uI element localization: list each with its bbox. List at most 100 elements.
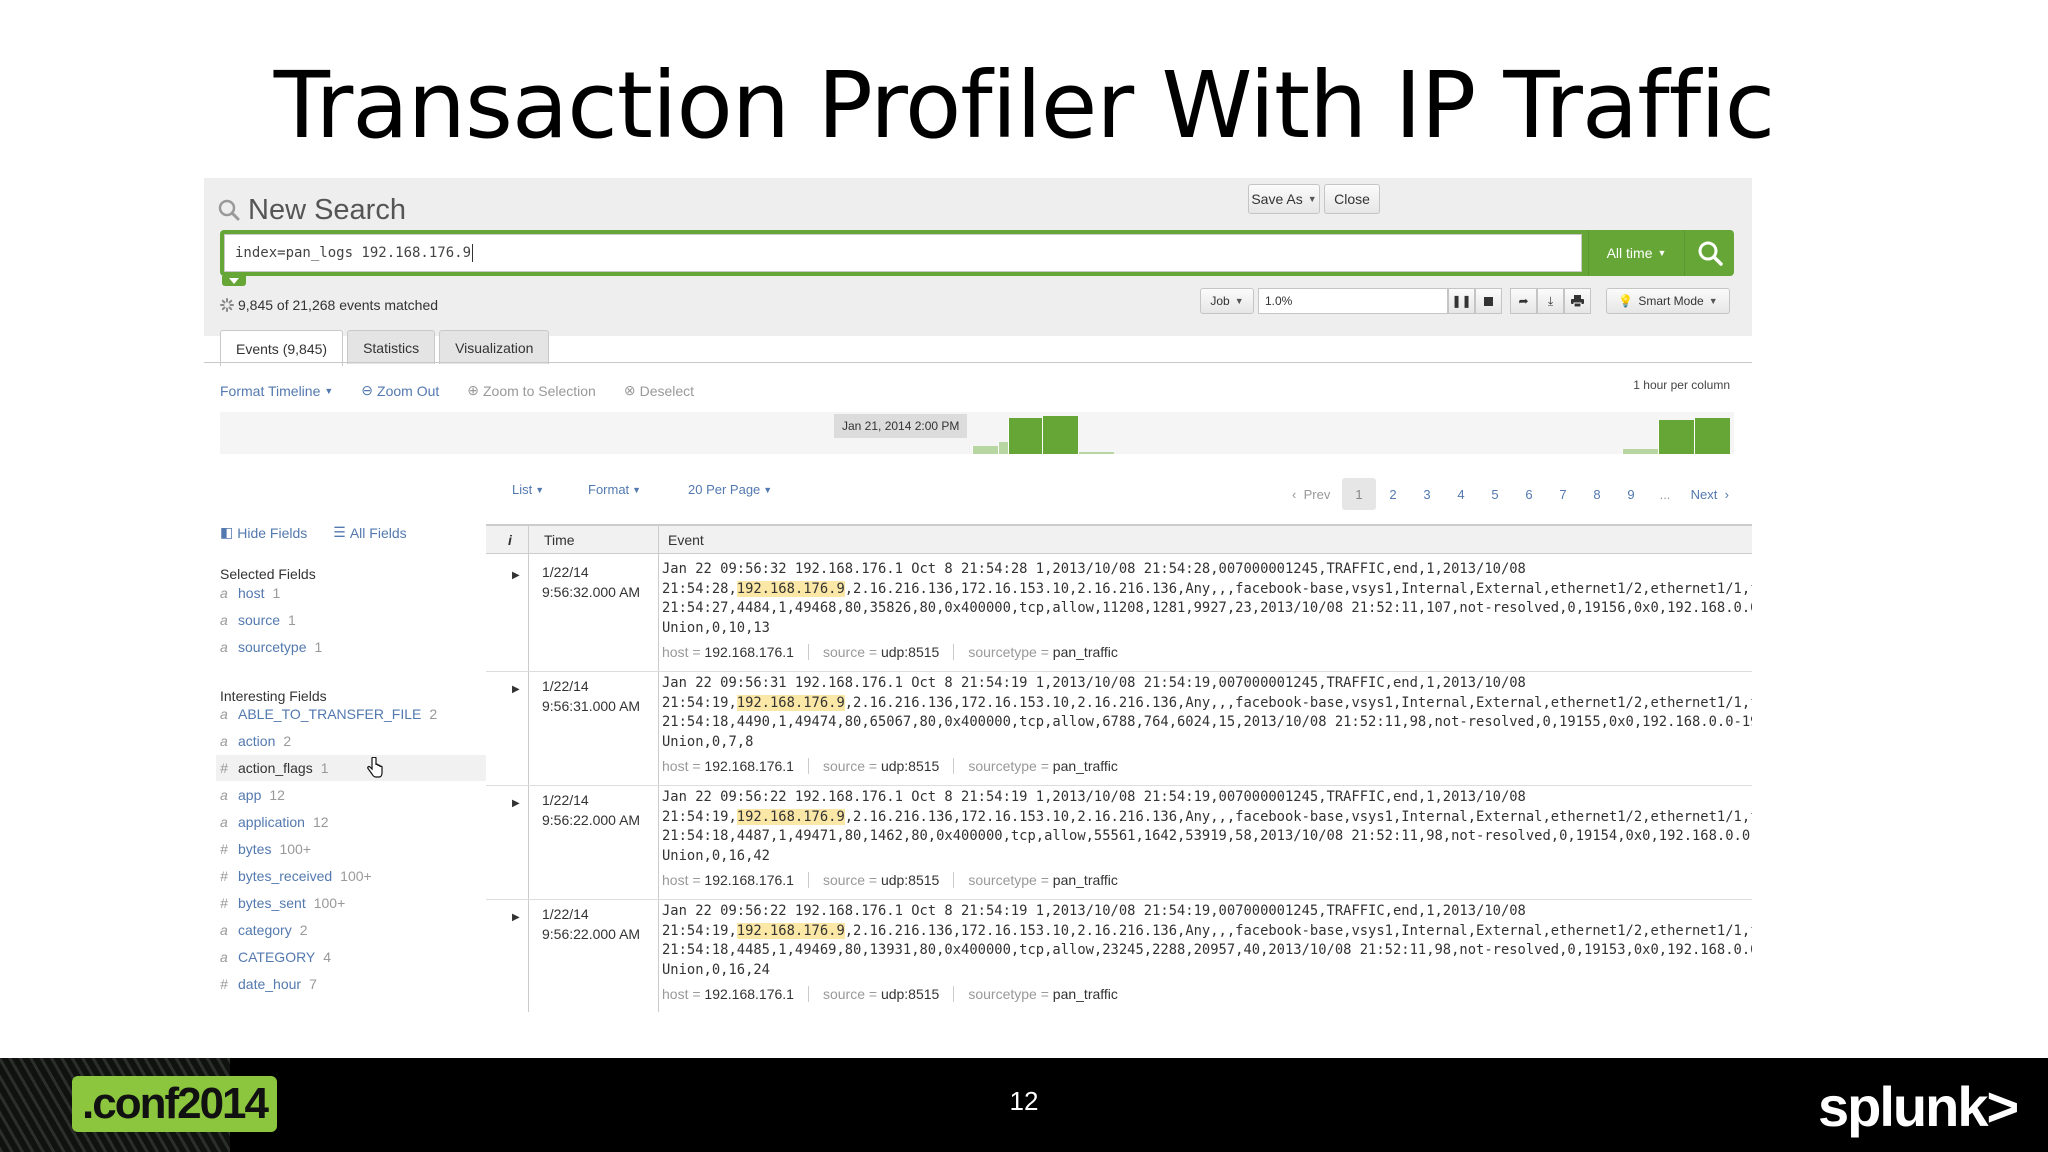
pause-button[interactable]: ❚❚	[1448, 288, 1475, 314]
search-term-highlight[interactable]: 192.168.176.9	[736, 580, 845, 597]
meta-sourcetype-value[interactable]: pan_traffic	[1053, 758, 1118, 774]
next-page-link[interactable]: Next ›	[1682, 478, 1734, 510]
field-name: action_flags	[238, 760, 313, 776]
field-item[interactable]: a category 2	[216, 917, 486, 943]
field-item[interactable]: # date_hour 7	[216, 971, 486, 997]
meta-source-label: source =	[822, 872, 881, 888]
timeline-bar[interactable]	[1694, 418, 1730, 454]
field-item[interactable]: a action 2	[216, 728, 486, 754]
search-submit-button[interactable]	[1684, 230, 1734, 276]
format-timeline-menu[interactable]: Format Timeline ▼	[220, 382, 333, 399]
deselect-label: Deselect	[639, 382, 695, 399]
expand-arrow-icon[interactable]: ▶	[512, 798, 520, 809]
page-link[interactable]: 5	[1478, 478, 1512, 510]
caret-down-icon: ▼	[763, 484, 773, 495]
timeline-bar[interactable]	[972, 446, 998, 454]
tab-statistics[interactable]: Statistics	[347, 330, 436, 364]
search-term-highlight[interactable]: 192.168.176.9	[736, 922, 845, 939]
tab-events[interactable]: Events (9,845)	[220, 330, 344, 366]
zoom-to-selection-button[interactable]: ⊕ Zoom to Selection	[467, 382, 596, 399]
search-mode-button[interactable]: 💡 Smart Mode ▼	[1606, 288, 1730, 314]
page-link[interactable]: 9	[1614, 478, 1648, 510]
timeline-bar[interactable]	[1008, 418, 1042, 454]
list-view-menu[interactable]: List ▼	[512, 482, 544, 497]
stop-button[interactable]	[1475, 288, 1502, 314]
page-link[interactable]: 3	[1410, 478, 1444, 510]
timeline-bar[interactable]	[1658, 420, 1694, 454]
expand-arrow-icon[interactable]: ▶	[512, 912, 520, 923]
field-name: date_hour	[238, 976, 302, 992]
event-text: 21:54:19,	[662, 694, 737, 711]
meta-host-value[interactable]: 192.168.176.1	[704, 872, 794, 888]
timeline-bar[interactable]	[1042, 416, 1078, 454]
zoom-out-button[interactable]: ⊖ Zoom Out	[361, 382, 439, 399]
meta-sourcetype-label: sourcetype =	[968, 644, 1053, 660]
search-term-highlight[interactable]: 192.168.176.9	[736, 694, 845, 711]
meta-sourcetype-value[interactable]: pan_traffic	[1053, 986, 1118, 1002]
deselect-button[interactable]: ⊗ Deselect	[624, 382, 694, 399]
meta-host-value[interactable]: 192.168.176.1	[704, 986, 794, 1002]
field-item[interactable]: # bytes_received 100+	[216, 863, 486, 889]
field-type-icon: #	[220, 868, 228, 884]
event-text: 21:54:28,	[662, 580, 737, 597]
save-as-button[interactable]: Save As ▼	[1248, 184, 1320, 214]
field-item[interactable]: # bytes_sent 100+	[216, 890, 486, 916]
field-count: 100+	[279, 841, 312, 857]
search-assistant-toggle[interactable]	[222, 276, 246, 286]
sidebar-toolbar: ◧ Hide Fields ☰ All Fields	[220, 524, 407, 541]
field-item[interactable]: a application 12	[216, 809, 486, 835]
meta-source-value[interactable]: udp:8515	[881, 986, 939, 1002]
meta-host-value[interactable]: 192.168.176.1	[704, 644, 794, 660]
timeline-bar[interactable]	[998, 442, 1008, 454]
meta-source-value[interactable]: udp:8515	[881, 644, 939, 660]
timeline-bar[interactable]	[1078, 452, 1114, 454]
field-item[interactable]: a ABLE_TO_TRANSFER_FILE 2	[216, 701, 486, 727]
search-term-highlight[interactable]: 192.168.176.9	[736, 808, 845, 825]
meta-sourcetype-value[interactable]: pan_traffic	[1053, 644, 1118, 660]
event-text: 21:54:19,	[662, 922, 737, 939]
results-tabs: Events (9,845) Statistics Visualization	[220, 330, 550, 366]
page-link[interactable]: 8	[1580, 478, 1614, 510]
hide-fields-button[interactable]: ◧ Hide Fields	[220, 524, 307, 541]
share-button[interactable]: ➦	[1510, 288, 1537, 314]
field-item[interactable]: a source 1	[216, 607, 486, 633]
field-item[interactable]: # bytes 100+	[216, 836, 486, 862]
all-fields-button[interactable]: ☰ All Fields	[333, 524, 406, 541]
save-as-label: Save As	[1251, 191, 1303, 207]
meta-sourcetype-value[interactable]: pan_traffic	[1053, 872, 1118, 888]
col-time-header[interactable]: Time	[544, 532, 575, 548]
per-page-menu[interactable]: 20 Per Page ▼	[688, 482, 772, 497]
field-item[interactable]: a sourcetype 1	[216, 634, 486, 660]
close-button[interactable]: Close	[1324, 184, 1380, 214]
field-item[interactable]: a CATEGORY 4	[216, 944, 486, 970]
field-count: 100+	[340, 868, 372, 884]
page-link[interactable]: 6	[1512, 478, 1546, 510]
page-link[interactable]: 1	[1342, 478, 1376, 510]
export-button[interactable]: ⤓	[1537, 288, 1564, 314]
job-progress: 1.0%	[1258, 288, 1448, 314]
expand-arrow-icon[interactable]: ▶	[512, 570, 520, 581]
field-item[interactable]: # action_flags 1	[216, 755, 486, 781]
field-item[interactable]: a app 12	[216, 782, 486, 808]
timeline-chart[interactable]	[220, 412, 1734, 454]
expand-arrow-icon[interactable]: ▶	[512, 684, 520, 695]
page-link[interactable]: 4	[1444, 478, 1478, 510]
page-link[interactable]: 7	[1546, 478, 1580, 510]
format-menu[interactable]: Format ▼	[588, 482, 641, 497]
event-line: 21:54:18,4485,1,49469,80,13931,80,0x4000…	[662, 942, 1752, 958]
timeline-bar[interactable]	[1622, 449, 1658, 454]
meta-host-value[interactable]: 192.168.176.1	[704, 758, 794, 774]
search-input[interactable]: index=pan_logs 192.168.176.9	[224, 234, 1582, 272]
prev-page-link[interactable]: ‹ Prev	[1284, 478, 1342, 510]
print-button[interactable]	[1564, 288, 1591, 314]
event-text: ,2.16.216.136,172.16.153.10,2.16.216.136…	[844, 694, 1752, 711]
page-link[interactable]: 2	[1376, 478, 1410, 510]
meta-source-value[interactable]: udp:8515	[881, 872, 939, 888]
event-line: 21:54:27,4484,1,49468,80,35826,80,0x4000…	[662, 600, 1752, 616]
tab-visualization[interactable]: Visualization	[439, 330, 550, 364]
field-item[interactable]: a host 1	[216, 580, 486, 606]
event-text: ,2.16.216.136,172.16.153.10,2.16.216.136…	[844, 808, 1752, 825]
job-menu-button[interactable]: Job ▼	[1200, 288, 1254, 314]
time-range-picker[interactable]: All time ▼	[1588, 230, 1684, 276]
meta-source-value[interactable]: udp:8515	[881, 758, 939, 774]
